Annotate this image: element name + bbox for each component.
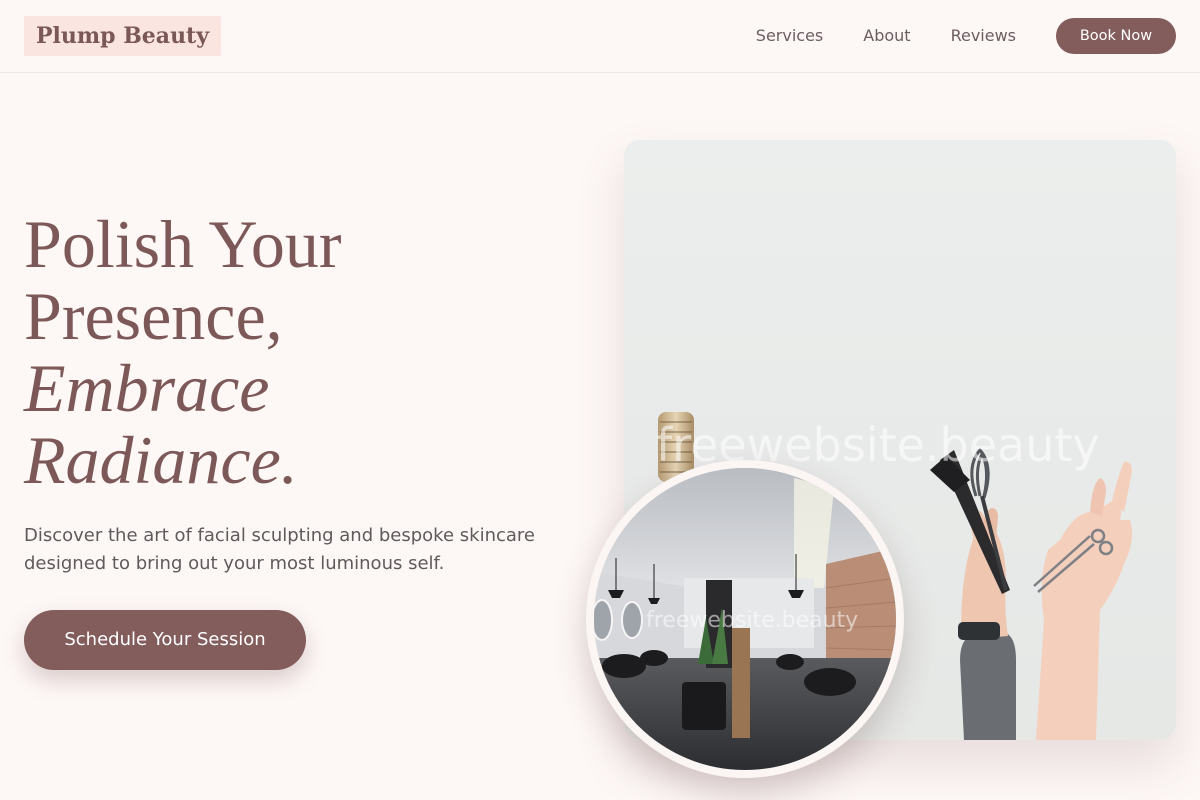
hero-title-line-2: Presence, xyxy=(24,278,283,354)
hero-description: Discover the art of facial sculpting and… xyxy=(24,525,535,574)
nav-link-about[interactable]: About xyxy=(863,18,910,54)
hero-title-line-3: Embrace xyxy=(24,350,270,426)
right-hand-icon xyxy=(1036,461,1132,740)
hero-title-line-1: Polish Your xyxy=(24,206,342,282)
hero-title: Polish Your Presence, Embrace Radiance. xyxy=(24,208,584,496)
main-nav: Services About Reviews Book Now xyxy=(756,18,1176,54)
brand-logo[interactable]: Plump Beauty xyxy=(24,16,222,56)
hero-title-line-4: Radiance. xyxy=(24,422,298,498)
book-now-button[interactable]: Book Now xyxy=(1056,18,1176,54)
nav-link-reviews[interactable]: Reviews xyxy=(951,18,1016,54)
nav-link-services[interactable]: Services xyxy=(756,18,823,54)
schedule-session-button[interactable]: Schedule Your Session xyxy=(24,610,306,670)
site-header: Plump Beauty Services About Reviews Book… xyxy=(0,0,1200,73)
circle-photo-watermark: freewebsite.beauty xyxy=(646,608,859,633)
